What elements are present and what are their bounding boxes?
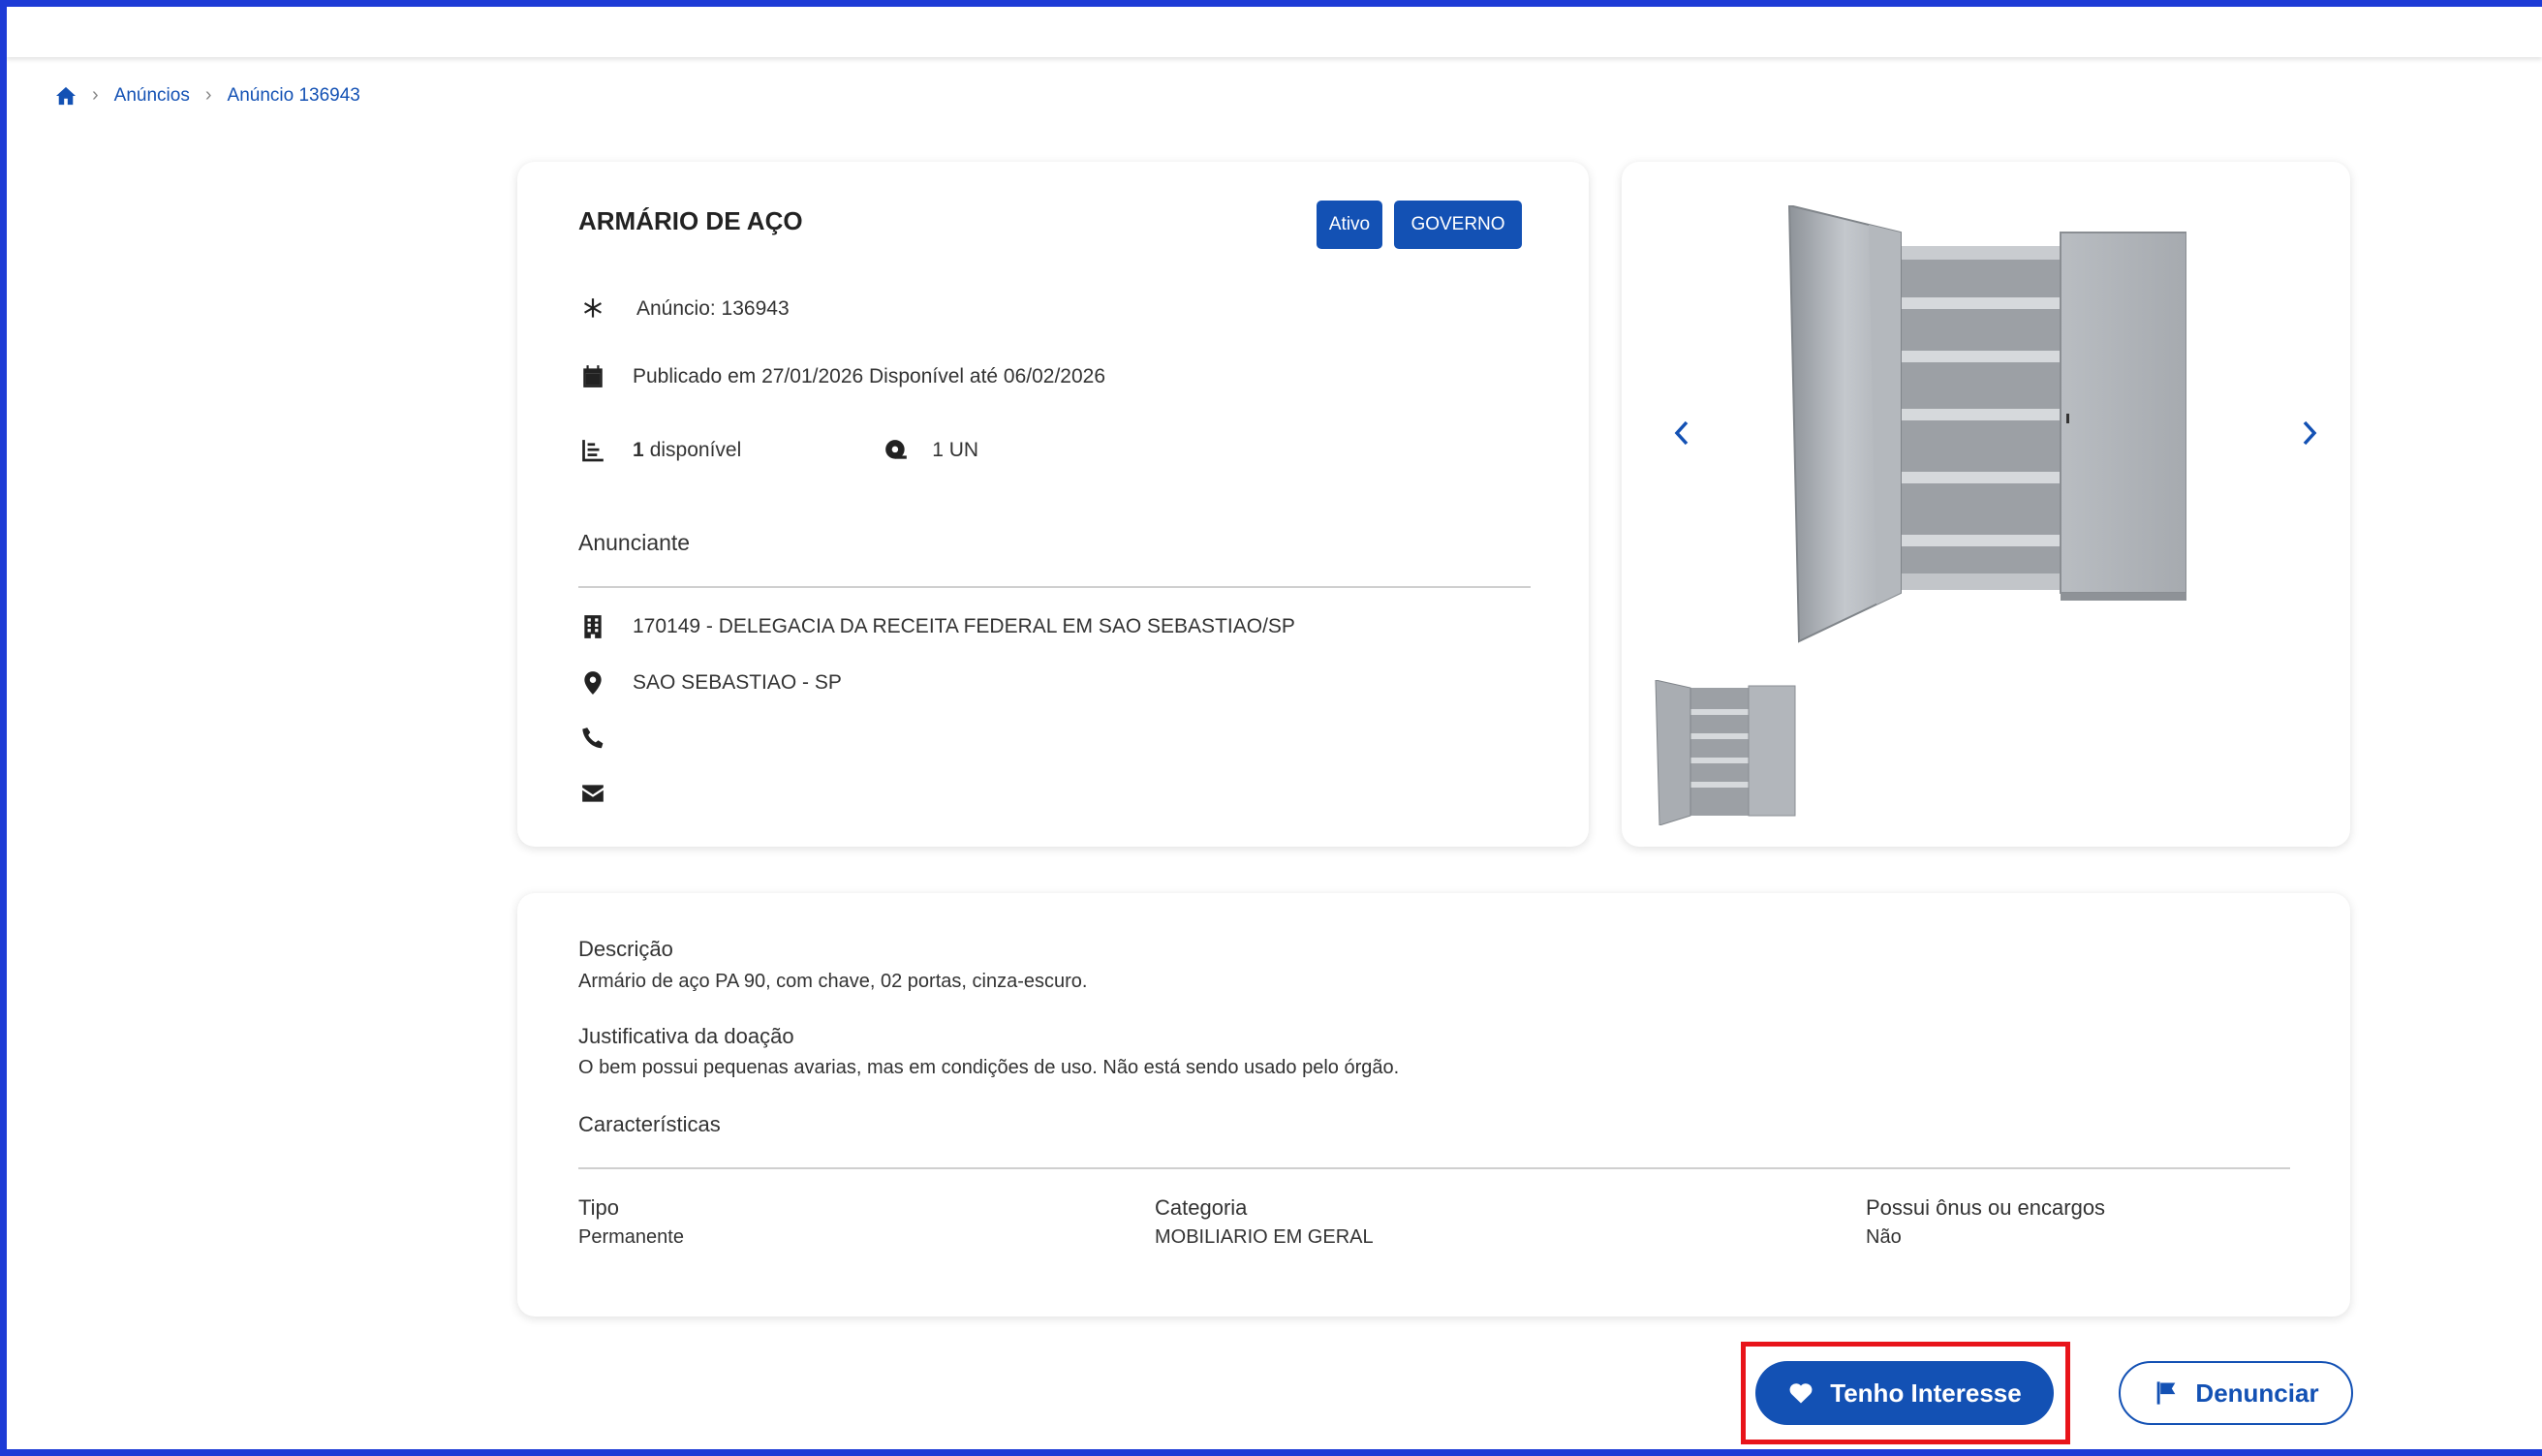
chevron-left-icon (1674, 420, 1689, 446)
characteristics-divider (578, 1167, 2290, 1169)
status-badge: Ativo (1317, 201, 1382, 249)
gallery-prev-button[interactable] (1662, 409, 1701, 457)
photo-gallery-card (1622, 162, 2350, 847)
field-value-tipo: Permanente (578, 1226, 684, 1248)
calendar-icon (578, 362, 607, 391)
advertiser-org: 170149 - DELEGACIA DA RECEITA FEDERAL EM… (633, 615, 1295, 637)
justification-label: Justificativa da doação (578, 1024, 794, 1048)
justification-text: O bem possui pequenas avarias, mas em co… (578, 1057, 1400, 1078)
interest-button-label: Tenho Interesse (1830, 1378, 2022, 1408)
chart-list-icon (578, 436, 607, 465)
tape-roll-icon (882, 436, 911, 465)
interest-button[interactable]: Tenho Interesse (1755, 1361, 2054, 1425)
envelope-icon (578, 779, 607, 808)
phone-icon (578, 724, 607, 753)
description-label: Descrição (578, 937, 673, 961)
advertiser-heading: Anunciante (578, 530, 691, 555)
breadcrumb-separator-icon: › (204, 84, 212, 106)
published-row: Publicado em 27/01/2026 Disponível até 0… (578, 362, 1105, 391)
product-main-image (1787, 205, 2186, 643)
ad-number: Anúncio: 136943 (636, 297, 790, 320)
breadcrumb-link-anuncios[interactable]: Anúncios (114, 85, 190, 107)
flag-icon (2157, 1381, 2176, 1405)
asterisk-icon (578, 294, 607, 324)
characteristics-label: Características (578, 1112, 721, 1136)
published-dates: Publicado em 27/01/2026 Disponível até 0… (633, 365, 1106, 387)
description-text: Armário de aço PA 90, com chave, 02 port… (578, 971, 1088, 992)
unit-quantity: 1 UN (932, 439, 979, 461)
field-value-onus: Não (1866, 1226, 1902, 1248)
gallery-next-button[interactable] (2290, 409, 2329, 457)
type-badge: GOVERNO (1394, 201, 1522, 249)
availability-row: 1 disponível 1 UN (578, 436, 978, 465)
field-label-categoria: Categoria (1155, 1195, 1248, 1220)
advertiser-location-row: SAO SEBASTIAO - SP (578, 668, 842, 697)
field-value-categoria: MOBILIARIO EM GERAL (1155, 1226, 1374, 1248)
ad-number-row: Anúncio: 136943 (578, 294, 790, 324)
report-button-label: Denunciar (2195, 1378, 2319, 1408)
top-bar (7, 7, 2542, 57)
phone-row (578, 724, 636, 753)
breadcrumb-current[interactable]: Anúncio 136943 (228, 85, 360, 107)
heart-icon (1789, 1383, 1813, 1404)
map-pin-icon (578, 668, 607, 697)
home-icon[interactable] (55, 86, 77, 106)
breadcrumb-separator-icon: › (92, 84, 99, 106)
available-count: 1 (633, 439, 644, 461)
description-card: Descrição Armário de aço PA 90, com chav… (517, 893, 2350, 1317)
listing-title: ARMÁRIO DE AÇO (578, 206, 803, 235)
breadcrumb: › Anúncios › Anúncio 136943 (55, 84, 360, 107)
listing-info-card: ARMÁRIO DE AÇO Ativo GOVERNO Anúncio: 13… (517, 162, 1589, 847)
advertiser-divider (578, 586, 1531, 588)
advertiser-org-row: 170149 - DELEGACIA DA RECEITA FEDERAL EM… (578, 612, 1295, 641)
page-frame: › Anúncios › Anúncio 136943 ARMÁRIO DE A… (0, 0, 2542, 1456)
chevron-right-icon (2303, 420, 2317, 446)
field-label-tipo: Tipo (578, 1195, 619, 1220)
advertiser-location: SAO SEBASTIAO - SP (633, 671, 842, 694)
report-button[interactable]: Denunciar (2119, 1361, 2353, 1425)
building-icon (578, 612, 607, 641)
product-thumbnail[interactable] (1654, 680, 1797, 825)
available-label: disponível (649, 439, 742, 461)
email-row (578, 779, 636, 808)
field-label-onus: Possui ônus ou encargos (1866, 1195, 2106, 1220)
